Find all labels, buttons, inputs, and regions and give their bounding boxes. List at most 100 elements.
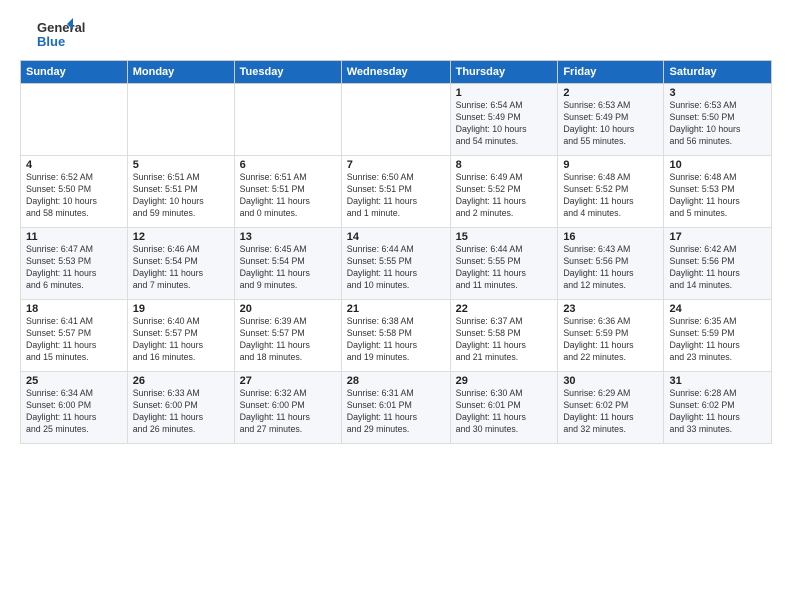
day-number: 29 — [456, 375, 553, 387]
day-info: Sunrise: 6:44 AM Sunset: 5:55 PM Dayligh… — [347, 244, 445, 292]
svg-text:General: General — [37, 20, 85, 35]
day-number: 14 — [347, 231, 445, 243]
day-of-week-header: Monday — [127, 61, 234, 84]
calendar-header-row: SundayMondayTuesdayWednesdayThursdayFrid… — [21, 61, 772, 84]
day-number: 2 — [563, 87, 658, 99]
day-number: 10 — [669, 159, 766, 171]
day-info: Sunrise: 6:53 AM Sunset: 5:50 PM Dayligh… — [669, 100, 766, 148]
day-number: 4 — [26, 159, 122, 171]
day-number: 19 — [133, 303, 229, 315]
day-info: Sunrise: 6:44 AM Sunset: 5:55 PM Dayligh… — [456, 244, 553, 292]
day-number: 16 — [563, 231, 658, 243]
day-number: 30 — [563, 375, 658, 387]
calendar-week-row: 11Sunrise: 6:47 AM Sunset: 5:53 PM Dayli… — [21, 228, 772, 300]
calendar-cell: 23Sunrise: 6:36 AM Sunset: 5:59 PM Dayli… — [558, 300, 664, 372]
day-info: Sunrise: 6:33 AM Sunset: 6:00 PM Dayligh… — [133, 388, 229, 436]
calendar-table: SundayMondayTuesdayWednesdayThursdayFrid… — [20, 60, 772, 444]
day-of-week-header: Thursday — [450, 61, 558, 84]
day-number: 25 — [26, 375, 122, 387]
day-number: 21 — [347, 303, 445, 315]
day-info: Sunrise: 6:37 AM Sunset: 5:58 PM Dayligh… — [456, 316, 553, 364]
day-number: 5 — [133, 159, 229, 171]
day-info: Sunrise: 6:52 AM Sunset: 5:50 PM Dayligh… — [26, 172, 122, 220]
day-info: Sunrise: 6:51 AM Sunset: 5:51 PM Dayligh… — [240, 172, 336, 220]
day-info: Sunrise: 6:28 AM Sunset: 6:02 PM Dayligh… — [669, 388, 766, 436]
calendar-cell: 30Sunrise: 6:29 AM Sunset: 6:02 PM Dayli… — [558, 372, 664, 444]
calendar-week-row: 18Sunrise: 6:41 AM Sunset: 5:57 PM Dayli… — [21, 300, 772, 372]
day-info: Sunrise: 6:40 AM Sunset: 5:57 PM Dayligh… — [133, 316, 229, 364]
day-info: Sunrise: 6:51 AM Sunset: 5:51 PM Dayligh… — [133, 172, 229, 220]
day-info: Sunrise: 6:50 AM Sunset: 5:51 PM Dayligh… — [347, 172, 445, 220]
day-number: 15 — [456, 231, 553, 243]
calendar-cell: 5Sunrise: 6:51 AM Sunset: 5:51 PM Daylig… — [127, 156, 234, 228]
calendar-cell — [21, 84, 128, 156]
day-info: Sunrise: 6:35 AM Sunset: 5:59 PM Dayligh… — [669, 316, 766, 364]
calendar-cell: 1Sunrise: 6:54 AM Sunset: 5:49 PM Daylig… — [450, 84, 558, 156]
logo: General Blue — [20, 16, 90, 52]
day-of-week-header: Saturday — [664, 61, 772, 84]
calendar-cell: 31Sunrise: 6:28 AM Sunset: 6:02 PM Dayli… — [664, 372, 772, 444]
day-number: 22 — [456, 303, 553, 315]
calendar-cell — [341, 84, 450, 156]
calendar-cell: 28Sunrise: 6:31 AM Sunset: 6:01 PM Dayli… — [341, 372, 450, 444]
day-number: 11 — [26, 231, 122, 243]
day-info: Sunrise: 6:53 AM Sunset: 5:49 PM Dayligh… — [563, 100, 658, 148]
calendar-cell: 25Sunrise: 6:34 AM Sunset: 6:00 PM Dayli… — [21, 372, 128, 444]
day-info: Sunrise: 6:54 AM Sunset: 5:49 PM Dayligh… — [456, 100, 553, 148]
day-number: 27 — [240, 375, 336, 387]
day-info: Sunrise: 6:32 AM Sunset: 6:00 PM Dayligh… — [240, 388, 336, 436]
calendar-week-row: 1Sunrise: 6:54 AM Sunset: 5:49 PM Daylig… — [21, 84, 772, 156]
day-info: Sunrise: 6:36 AM Sunset: 5:59 PM Dayligh… — [563, 316, 658, 364]
calendar-cell — [127, 84, 234, 156]
calendar-cell: 4Sunrise: 6:52 AM Sunset: 5:50 PM Daylig… — [21, 156, 128, 228]
day-number: 20 — [240, 303, 336, 315]
day-info: Sunrise: 6:29 AM Sunset: 6:02 PM Dayligh… — [563, 388, 658, 436]
day-info: Sunrise: 6:45 AM Sunset: 5:54 PM Dayligh… — [240, 244, 336, 292]
calendar-cell: 13Sunrise: 6:45 AM Sunset: 5:54 PM Dayli… — [234, 228, 341, 300]
day-info: Sunrise: 6:38 AM Sunset: 5:58 PM Dayligh… — [347, 316, 445, 364]
day-info: Sunrise: 6:43 AM Sunset: 5:56 PM Dayligh… — [563, 244, 658, 292]
day-of-week-header: Sunday — [21, 61, 128, 84]
calendar-cell: 21Sunrise: 6:38 AM Sunset: 5:58 PM Dayli… — [341, 300, 450, 372]
calendar-cell: 14Sunrise: 6:44 AM Sunset: 5:55 PM Dayli… — [341, 228, 450, 300]
day-number: 6 — [240, 159, 336, 171]
day-info: Sunrise: 6:47 AM Sunset: 5:53 PM Dayligh… — [26, 244, 122, 292]
day-number: 3 — [669, 87, 766, 99]
day-number: 7 — [347, 159, 445, 171]
calendar-cell: 27Sunrise: 6:32 AM Sunset: 6:00 PM Dayli… — [234, 372, 341, 444]
day-info: Sunrise: 6:39 AM Sunset: 5:57 PM Dayligh… — [240, 316, 336, 364]
day-info: Sunrise: 6:48 AM Sunset: 5:52 PM Dayligh… — [563, 172, 658, 220]
calendar-cell: 29Sunrise: 6:30 AM Sunset: 6:01 PM Dayli… — [450, 372, 558, 444]
day-number: 9 — [563, 159, 658, 171]
calendar-cell: 2Sunrise: 6:53 AM Sunset: 5:49 PM Daylig… — [558, 84, 664, 156]
day-number: 23 — [563, 303, 658, 315]
calendar-cell: 16Sunrise: 6:43 AM Sunset: 5:56 PM Dayli… — [558, 228, 664, 300]
day-number: 8 — [456, 159, 553, 171]
calendar-cell: 7Sunrise: 6:50 AM Sunset: 5:51 PM Daylig… — [341, 156, 450, 228]
day-of-week-header: Tuesday — [234, 61, 341, 84]
day-info: Sunrise: 6:46 AM Sunset: 5:54 PM Dayligh… — [133, 244, 229, 292]
day-info: Sunrise: 6:30 AM Sunset: 6:01 PM Dayligh… — [456, 388, 553, 436]
calendar-cell: 22Sunrise: 6:37 AM Sunset: 5:58 PM Dayli… — [450, 300, 558, 372]
calendar-cell: 10Sunrise: 6:48 AM Sunset: 5:53 PM Dayli… — [664, 156, 772, 228]
logo-icon: General Blue — [20, 16, 90, 52]
calendar-cell: 19Sunrise: 6:40 AM Sunset: 5:57 PM Dayli… — [127, 300, 234, 372]
day-info: Sunrise: 6:31 AM Sunset: 6:01 PM Dayligh… — [347, 388, 445, 436]
day-number: 24 — [669, 303, 766, 315]
day-number: 18 — [26, 303, 122, 315]
calendar-cell: 18Sunrise: 6:41 AM Sunset: 5:57 PM Dayli… — [21, 300, 128, 372]
day-of-week-header: Wednesday — [341, 61, 450, 84]
day-info: Sunrise: 6:41 AM Sunset: 5:57 PM Dayligh… — [26, 316, 122, 364]
calendar-cell: 11Sunrise: 6:47 AM Sunset: 5:53 PM Dayli… — [21, 228, 128, 300]
day-info: Sunrise: 6:34 AM Sunset: 6:00 PM Dayligh… — [26, 388, 122, 436]
page: General Blue SundayMondayTuesdayWednesda… — [0, 0, 792, 612]
calendar-cell: 9Sunrise: 6:48 AM Sunset: 5:52 PM Daylig… — [558, 156, 664, 228]
day-number: 12 — [133, 231, 229, 243]
header: General Blue — [20, 16, 772, 52]
calendar-cell: 6Sunrise: 6:51 AM Sunset: 5:51 PM Daylig… — [234, 156, 341, 228]
day-of-week-header: Friday — [558, 61, 664, 84]
day-number: 13 — [240, 231, 336, 243]
day-info: Sunrise: 6:42 AM Sunset: 5:56 PM Dayligh… — [669, 244, 766, 292]
day-info: Sunrise: 6:49 AM Sunset: 5:52 PM Dayligh… — [456, 172, 553, 220]
calendar-cell — [234, 84, 341, 156]
